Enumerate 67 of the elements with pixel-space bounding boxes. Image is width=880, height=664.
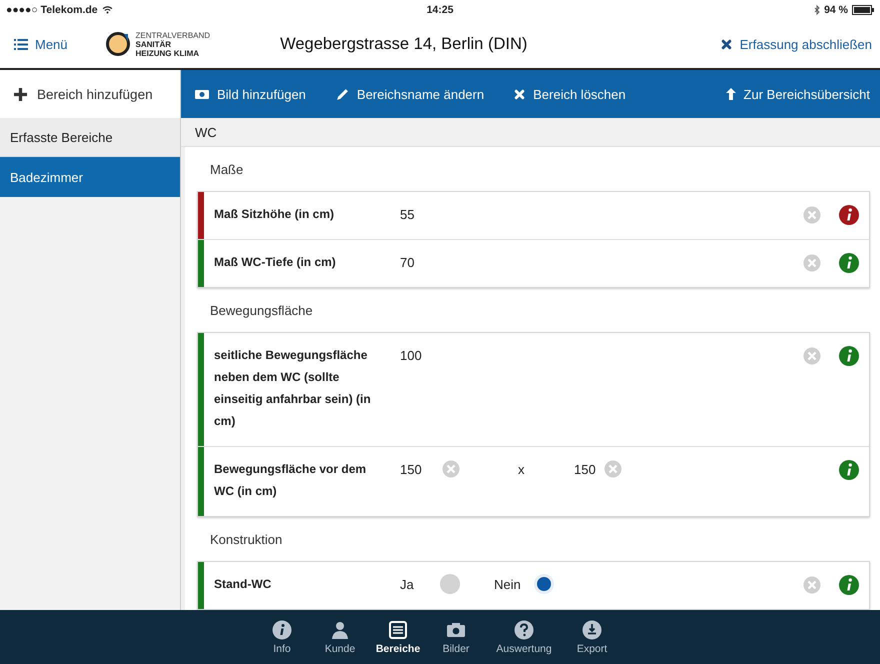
toolbar-button[interactable]: Bereich löschen: [514, 86, 626, 102]
wifi-icon: [102, 6, 113, 14]
info-icon: [272, 620, 292, 640]
info-icon[interactable]: [839, 346, 859, 366]
battery-icon: [852, 5, 874, 15]
value-field[interactable]: 70: [400, 254, 438, 270]
camera-icon: [195, 89, 209, 99]
clear-icon[interactable]: [803, 347, 821, 365]
tab-button[interactable]: Kunde: [312, 610, 368, 664]
toolbar-button[interactable]: Bild hinzufügen: [195, 86, 306, 102]
field-label: Maß Sitzhöhe (in cm): [214, 206, 335, 223]
ring-logo-icon: [106, 32, 130, 56]
field-label: Stand-WC: [214, 576, 272, 593]
download-icon: [582, 620, 602, 640]
value-field[interactable]: 150: [400, 462, 438, 476]
clear-icon[interactable]: [803, 576, 821, 594]
info-icon[interactable]: [839, 575, 859, 595]
radio-button[interactable]: [440, 574, 460, 594]
clear-icon[interactable]: [803, 254, 821, 272]
menu-icon: [14, 38, 28, 50]
radio-button[interactable]: [534, 574, 554, 594]
times-text: x: [518, 462, 526, 476]
info-icon[interactable]: [839, 460, 859, 480]
option-label: Nein: [494, 576, 522, 592]
section-title: Maße: [209, 160, 244, 178]
logo-text: SANITÄR: [136, 40, 172, 48]
value-field[interactable]: 100: [400, 348, 438, 362]
person-icon: [330, 620, 350, 640]
clock-text: 14:25: [426, 4, 454, 16]
tab-button[interactable]: Auswertung: [486, 610, 562, 664]
value-field[interactable]: 150: [574, 462, 604, 476]
sidebar-heading: Erfasste Bereiche: [0, 118, 180, 157]
pencil-icon: [336, 88, 349, 100]
section-title: Konstruktion: [209, 530, 284, 548]
logo-text: HEIZUNG KLIMA: [136, 48, 200, 58]
add-area-button[interactable]: Bereich hinzufügen: [0, 70, 180, 118]
field-label: seitliche Bewegungsfläche neben dem WC (sollte einseitig anfahrbar sein) (in cm): [214, 347, 372, 430]
tab-button[interactable]: Bereiche: [370, 610, 426, 664]
tab-button[interactable]: Export: [564, 610, 620, 664]
info-icon[interactable]: [839, 253, 859, 273]
clear-icon[interactable]: [803, 206, 821, 224]
menu-button[interactable]: Menü: [14, 36, 68, 52]
clear-icon[interactable]: [442, 460, 460, 478]
clear-icon[interactable]: [604, 460, 622, 478]
sidebar-item[interactable]: Badezimmer: [0, 157, 180, 197]
help-icon: [514, 620, 534, 640]
toolbar-button[interactable]: Zur Bereichsübersicht: [726, 86, 870, 102]
logo-text: ZENTRALVERBAND: [136, 30, 210, 40]
close-icon: [514, 88, 526, 100]
section-title: Bewegungsfläche: [209, 302, 314, 320]
plus-icon: [14, 88, 27, 100]
finish-button[interactable]: Erfassung abschließen: [720, 36, 872, 52]
field-label: Bewegungsfläche vor dem WC (in cm): [214, 461, 368, 500]
bluetooth-icon: [814, 5, 820, 15]
field-label: Maß WC-Tiefe (in cm): [214, 254, 337, 271]
tab-button[interactable]: Bilder: [428, 610, 484, 664]
tab-button[interactable]: Info: [254, 610, 310, 664]
close-icon: [720, 38, 732, 50]
info-icon[interactable]: [839, 205, 859, 225]
battery-text: 94 %: [824, 4, 848, 16]
carrier-text: ●●●●○ Telekom.de: [6, 4, 98, 16]
value-field[interactable]: 55: [400, 206, 438, 222]
list-icon: [388, 620, 408, 640]
option-label: Ja: [400, 576, 415, 592]
page-title: Wegebergstrasse 14, Berlin (DIN): [280, 34, 528, 54]
up-arrow-icon: [726, 88, 736, 100]
toolbar-button[interactable]: Bereichsname ändern: [336, 86, 484, 102]
